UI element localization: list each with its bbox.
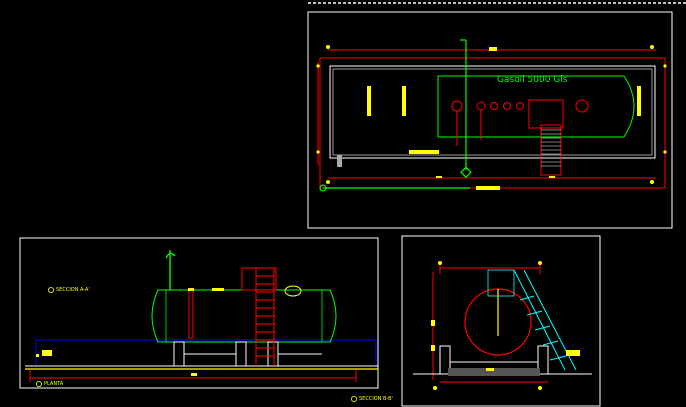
planta-label: PLANTA — [44, 381, 64, 387]
planta-tag-marker — [36, 380, 43, 387]
section-aa-vent — [165, 250, 176, 290]
cad-drawing-canvas[interactable] — [0, 0, 686, 407]
section-aa-base — [25, 339, 378, 382]
section-bb-foundation — [413, 345, 592, 383]
section-bb-tag-marker — [350, 395, 357, 402]
section-aa-tank — [151, 289, 337, 343]
section-bb-label: SECCION B-B' — [359, 396, 393, 402]
tank-title: Gasoil 5000 Gls — [497, 75, 568, 85]
plan-pipe-red — [456, 110, 482, 146]
plan-ladder — [541, 129, 561, 167]
section-aa-markers — [36, 288, 224, 376]
section-aa-saddles — [173, 341, 322, 367]
section-aa-ladder — [241, 267, 277, 366]
plan-vent-pipe — [319, 39, 472, 192]
plan-yellow-markers — [367, 47, 641, 190]
section-aa-label: SECCION A-A' — [56, 287, 90, 293]
plan-slab-outline — [329, 65, 656, 159]
section-aa-tag-marker — [48, 286, 55, 293]
viewport-plan[interactable] — [307, 11, 673, 229]
plan-dimension-lines — [317, 49, 666, 189]
